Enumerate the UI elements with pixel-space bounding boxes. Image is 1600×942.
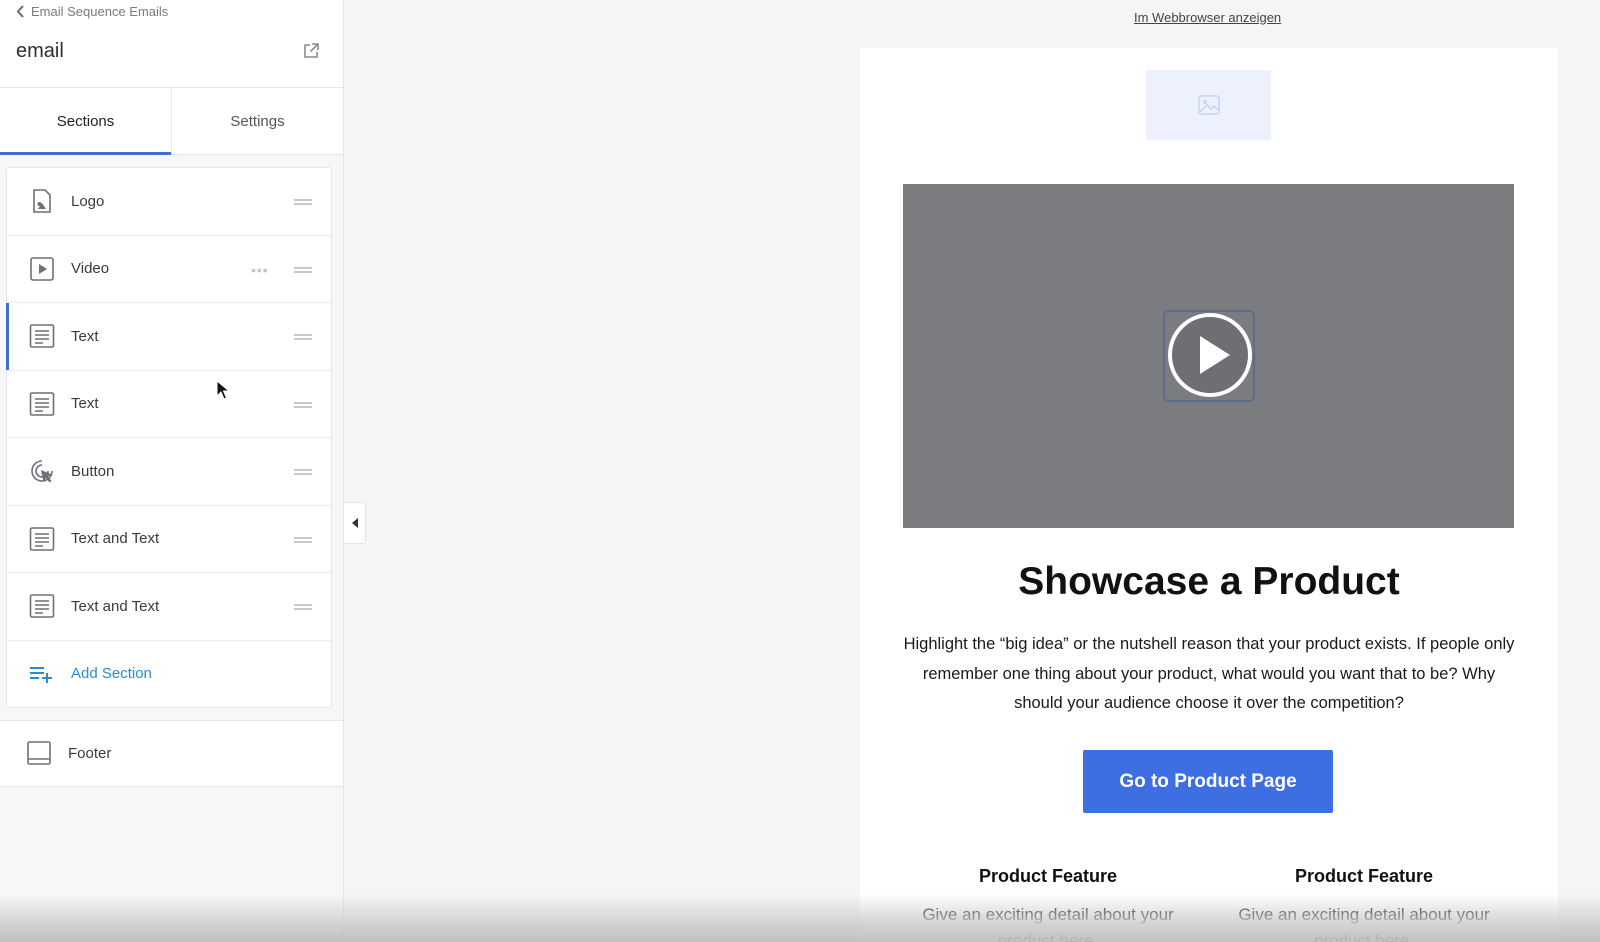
section-item-text[interactable]: Text — [7, 371, 331, 438]
section-item-label: Text and Text — [71, 530, 160, 548]
image-icon — [33, 189, 51, 214]
section-item-label: Button — [71, 462, 115, 480]
email-title: email — [16, 40, 64, 62]
text-icon — [29, 391, 55, 416]
drag-handle-icon[interactable] — [294, 469, 312, 475]
footer-icon — [27, 741, 51, 765]
tab-settings[interactable]: Settings — [171, 88, 343, 154]
drag-handle-icon[interactable] — [294, 266, 312, 273]
drag-handle-icon[interactable] — [294, 604, 312, 610]
image-placeholder-icon — [1197, 95, 1220, 115]
section-list: Logo Video ••• Text Text Button Text and… — [6, 167, 332, 708]
add-section-button[interactable]: Add Section — [7, 641, 331, 707]
logo-placeholder[interactable] — [1146, 70, 1271, 140]
email-headline: Showcase a Product — [1018, 560, 1400, 603]
email-body-text: Highlight the “big idea” or the nutshell… — [903, 635, 1515, 712]
go-to-product-page-button[interactable]: Go to Product Page — [1083, 750, 1333, 813]
sidebar-tabs: Sections Settings — [0, 88, 343, 155]
section-item-logo[interactable]: Logo — [7, 168, 331, 236]
text-icon — [29, 324, 55, 349]
add-section-label: Add Section — [71, 665, 152, 682]
section-item-text[interactable]: Text — [6, 303, 331, 371]
email-preview: Showcase a Product Highlight the “big id… — [860, 48, 1558, 942]
section-item-video[interactable]: Video ••• — [7, 236, 331, 303]
caret-left-icon — [351, 518, 358, 528]
video-block[interactable] — [903, 184, 1514, 528]
tab-sections[interactable]: Sections — [0, 88, 171, 155]
section-item-text-and-text[interactable]: Text and Text — [7, 506, 331, 573]
section-item-text-and-text[interactable]: Text and Text — [7, 573, 331, 641]
editor-sidebar: Email Sequence Emails email Sections Set… — [0, 0, 344, 942]
section-item-label: Footer — [68, 744, 112, 762]
video-play-icon — [30, 256, 54, 281]
feature-title: Product Feature — [978, 866, 1118, 886]
section-item-label: Text — [71, 327, 99, 345]
play-icon[interactable] — [1167, 312, 1253, 398]
chevron-left-icon — [16, 5, 24, 18]
feature-description: Give an exciting detail about your produ… — [1238, 905, 1490, 942]
drag-handle-icon[interactable] — [294, 401, 312, 408]
back-link-label: Email Sequence Emails — [31, 4, 169, 19]
text-icon — [29, 526, 55, 551]
section-item-label: Video — [71, 260, 110, 278]
feature-title: Product Feature — [1294, 866, 1434, 886]
sidebar-header: Email Sequence Emails email — [0, 0, 343, 88]
section-item-button[interactable]: Button — [7, 438, 331, 506]
back-link[interactable]: Email Sequence Emails — [16, 4, 168, 19]
drag-handle-icon[interactable] — [294, 199, 312, 205]
feature-description: Give an exciting detail about your produ… — [922, 905, 1174, 942]
cursor-click-icon — [31, 460, 53, 483]
add-list-icon — [30, 666, 52, 683]
section-item-label: Text and Text — [71, 597, 160, 615]
drag-handle-icon[interactable] — [294, 334, 312, 340]
product-feature: Product Feature Give an exciting detail … — [898, 866, 1198, 942]
drag-handle-icon[interactable] — [294, 536, 312, 543]
section-item-footer[interactable]: Footer — [0, 719, 343, 787]
text-icon — [29, 594, 55, 619]
more-options-icon[interactable]: ••• — [251, 263, 269, 277]
mouse-cursor-icon — [216, 380, 230, 400]
section-item-label: Logo — [71, 192, 105, 210]
product-feature: Product Feature Give an exciting detail … — [1214, 866, 1514, 942]
collapse-sidebar-button[interactable] — [344, 502, 366, 544]
section-item-label: Text — [71, 395, 99, 413]
view-in-browser-link[interactable]: Im Webbrowser anzeigen — [1134, 10, 1281, 25]
external-link-icon[interactable] — [302, 42, 320, 60]
